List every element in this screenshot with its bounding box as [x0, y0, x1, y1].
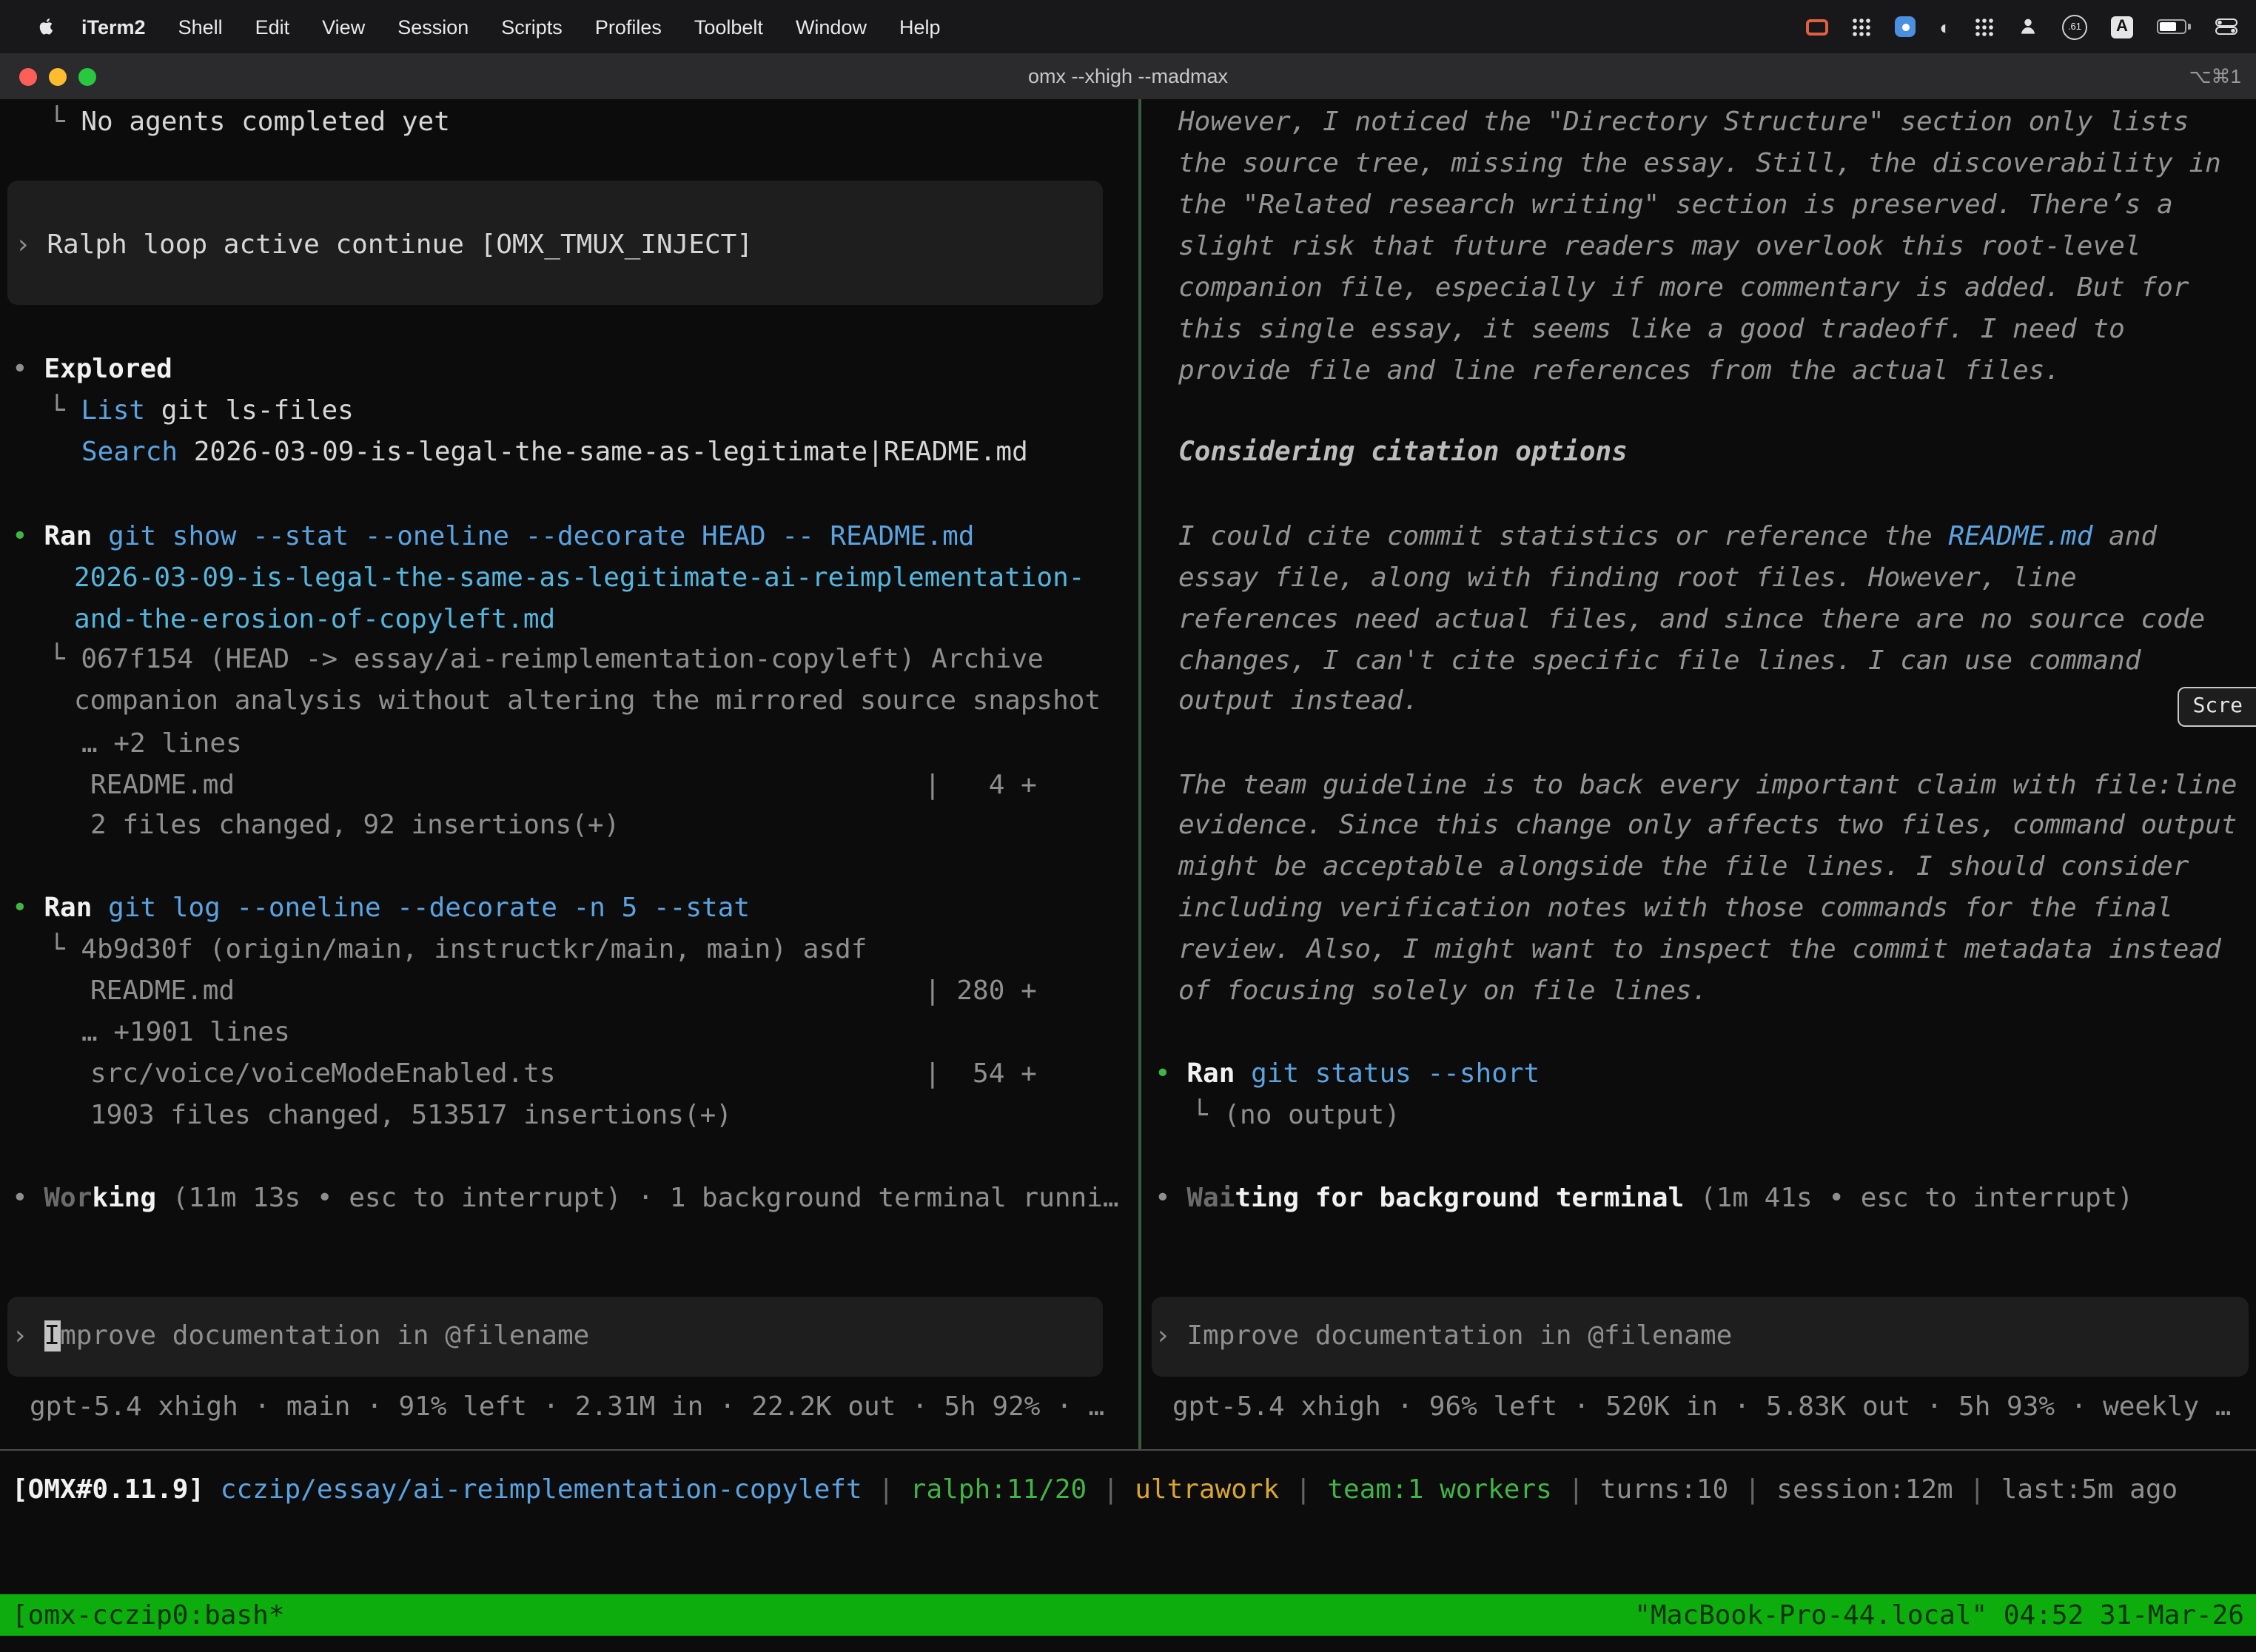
prompt-input: › Improve documentation in @filename [12, 1316, 589, 1357]
terminal: └ No agents completed yet › Ralph loop ac… [0, 99, 2256, 1652]
terminal-line: • Explored [12, 349, 172, 391]
terminal-line: slight risk that future readers may over… [1178, 226, 2141, 268]
screen-tooltip: Scre [2178, 687, 2256, 727]
tmux-pane-right: However, I noticed the "Directory Struct… [1143, 99, 2256, 1449]
window-title-bar: omx --xhigh --madmax ⌥⌘1 [0, 53, 2256, 99]
app-menus: iTerm2ShellEditViewSessionScriptsProfile… [65, 16, 957, 38]
terminal-line: of focusing solely on file lines. [1178, 971, 1708, 1013]
window-shortcut-hint: ⌥⌘1 [2189, 64, 2241, 88]
terminal-line: the "Related research writing" section i… [1178, 185, 2173, 226]
omx-status-line: [OMX#0.11.9] cczip/essay/ai-reimplementa… [12, 1470, 2178, 1511]
terminal-line: I could cite commit statistics or refere… [1178, 517, 2157, 558]
window-controls [19, 53, 96, 99]
minimize-button[interactable] [49, 67, 67, 85]
model-status-line: gpt-5.4 xhigh · 96% left · 520K in · 5.8… [1172, 1387, 2232, 1428]
terminal-line: README.md | 4 + [90, 765, 1037, 807]
app-grid-icon[interactable] [1852, 13, 1871, 40]
terminal-line: … +2 lines [81, 724, 242, 765]
tmux-host-clock: "MacBook-Pro-44.local" 04:52 31-Mar-26 [1634, 1599, 2244, 1631]
menu-bar: iTerm2ShellEditViewSessionScriptsProfile… [0, 0, 2256, 53]
terminal-line: the source tree, missing the essay. Stil… [1178, 144, 2221, 185]
terminal-line: provide file and line references from th… [1178, 351, 2061, 392]
menu-item-shell[interactable]: Shell [162, 16, 239, 38]
terminal-line: this single essay, it seems like a good … [1178, 309, 2125, 351]
tmux-status-bar: [omx-cczip0:bash* "MacBook-Pro-44.local"… [0, 1594, 2256, 1636]
terminal-line: • Ran git log --oneline --decorate -n 5 … [12, 888, 750, 930]
menu-item-iterm2[interactable]: iTerm2 [65, 16, 162, 38]
menu-item-toolbelt[interactable]: Toolbelt [678, 16, 779, 38]
input-source-icon[interactable]: A [2111, 13, 2133, 40]
tmux-horizontal-border [0, 1449, 2256, 1451]
terminal-line: might be acceptable alongside the file l… [1178, 847, 2189, 888]
terminal-line: and-the-erosion-of-copyleft.md [74, 600, 555, 641]
blue-app-icon[interactable] [1895, 13, 1916, 40]
terminal-line: 2026-03-09-is-legal-the-same-as-legitima… [74, 558, 1084, 600]
prompt-input: › Improve documentation in @filename [1155, 1316, 1732, 1357]
menu-item-edit[interactable]: Edit [239, 16, 306, 38]
inject-banner-text: › Ralph loop active continue [OMX_TMUX_I… [15, 225, 753, 266]
waiting-status: • Waiting for background terminal (1m 41… [1155, 1178, 2133, 1220]
terminal-line: … +1901 lines [81, 1013, 290, 1054]
menu-item-view[interactable]: View [306, 16, 381, 38]
thinking-heading: Considering citation options [1178, 432, 1628, 474]
screen: iTerm2ShellEditViewSessionScriptsProfile… [0, 0, 2256, 1652]
tmux-session-info: [omx-cczip0:bash* [12, 1599, 284, 1631]
person-icon[interactable] [2018, 13, 2038, 40]
control-center-icon[interactable] [2215, 13, 2238, 40]
terminal-line: Search 2026-03-09-is-legal-the-same-as-l… [81, 432, 1028, 474]
close-button[interactable] [19, 67, 37, 85]
terminal-line: └ No agents completed yet [49, 102, 450, 144]
dots-grid-icon[interactable] [1975, 13, 1994, 40]
terminal-line: essay file, along with finding root file… [1178, 558, 2077, 600]
terminal-line: including verification notes with those … [1178, 888, 2173, 930]
terminal-line: └ 4b9d30f (origin/main, instructkr/main,… [49, 930, 867, 971]
screen-recording-indicator[interactable] [1806, 13, 1828, 40]
terminal-line: • Ran git show --stat --oneline --decora… [12, 517, 975, 558]
apple-menu-icon[interactable] [36, 15, 56, 38]
menu-item-profiles[interactable]: Profiles [579, 16, 678, 38]
terminal-line: review. Also, I might want to inspect th… [1178, 930, 2221, 971]
zoom-button[interactable] [78, 67, 96, 85]
window-title: omx --xhigh --madmax [0, 65, 2256, 87]
terminal-line: • Ran git status --short [1155, 1054, 1540, 1095]
terminal-line: src/voice/voiceModeEnabled.ts | 54 + [90, 1054, 1037, 1095]
working-status: • Working (11m 13s • esc to interrupt) ·… [12, 1178, 1119, 1220]
terminal-line: changes, I can't cite specific file line… [1178, 641, 2141, 682]
terminal-line: 2 files changed, 92 insertions(+) [90, 805, 620, 847]
menu-item-scripts[interactable]: Scripts [485, 16, 579, 38]
terminal-line: └ List git ls-files [49, 391, 354, 432]
terminal-line: references need actual files, and since … [1178, 600, 2205, 641]
terminal-line: evidence. Since this change only affects… [1178, 805, 2237, 847]
terminal-line: The team guideline is to back every impo… [1178, 765, 2237, 807]
tmux-pane-divider [1138, 99, 1141, 1449]
battery-icon[interactable] [2157, 13, 2191, 40]
tmux-pane-left: └ No agents completed yet › Ralph loop ac… [0, 99, 1138, 1449]
model-status-line: gpt-5.4 xhigh · main · 91% left · 2.31M … [30, 1387, 1104, 1428]
menu-item-window[interactable]: Window [779, 16, 883, 38]
menu-item-session[interactable]: Session [381, 16, 485, 38]
battery-gauge-icon[interactable]: .61 [2062, 13, 2087, 40]
moon-app-icon[interactable]: ◐ [1939, 13, 1951, 40]
terminal-line: However, I noticed the "Directory Struct… [1178, 102, 2189, 144]
terminal-line: companion file, especially if more comme… [1178, 268, 2189, 309]
menu-item-help[interactable]: Help [883, 16, 957, 38]
terminal-line: └ (no output) [1192, 1095, 1400, 1137]
terminal-line: output instead. [1178, 681, 1419, 722]
terminal-line: README.md | 280 + [90, 971, 1037, 1013]
terminal-line: └ 067f154 (HEAD -> essay/ai-reimplementa… [49, 639, 1044, 681]
menubar-status-icons: ◐ .61 A [1806, 13, 2238, 40]
terminal-line: companion analysis without altering the … [74, 681, 1101, 722]
terminal-line: 1903 files changed, 513517 insertions(+) [90, 1095, 732, 1137]
